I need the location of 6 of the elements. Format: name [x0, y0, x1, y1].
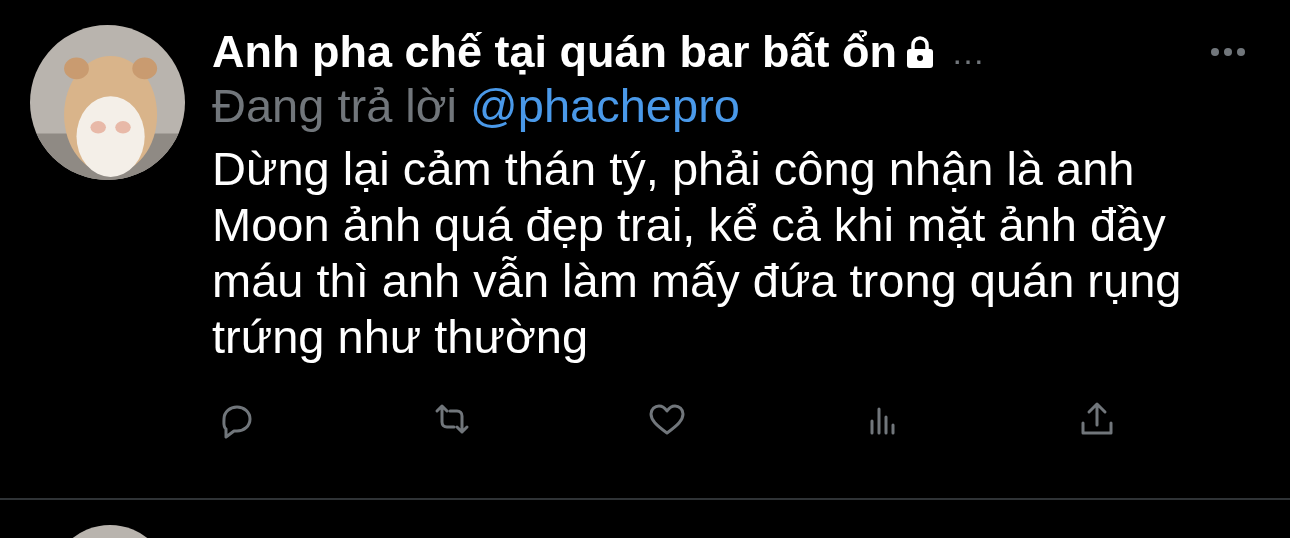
tweet-text: Dừng lại cảm thán tý, phải công nhận là anh Moon ảnh quá đẹp trai, kể cả khi mặt ảnh đầy máu thì anh vẫn làm mấy đứa trong quán rụng trứng như thường [212, 141, 1183, 366]
more-options-icon[interactable] [1210, 47, 1246, 57]
truncation-ellipsis: … [951, 31, 986, 73]
reply-context: Đang trả lời @phachepro [212, 79, 741, 134]
mention-link[interactable]: @phachepro [470, 79, 740, 132]
author-name[interactable]: Anh pha chế tại quán bar bất ổn [212, 25, 898, 79]
